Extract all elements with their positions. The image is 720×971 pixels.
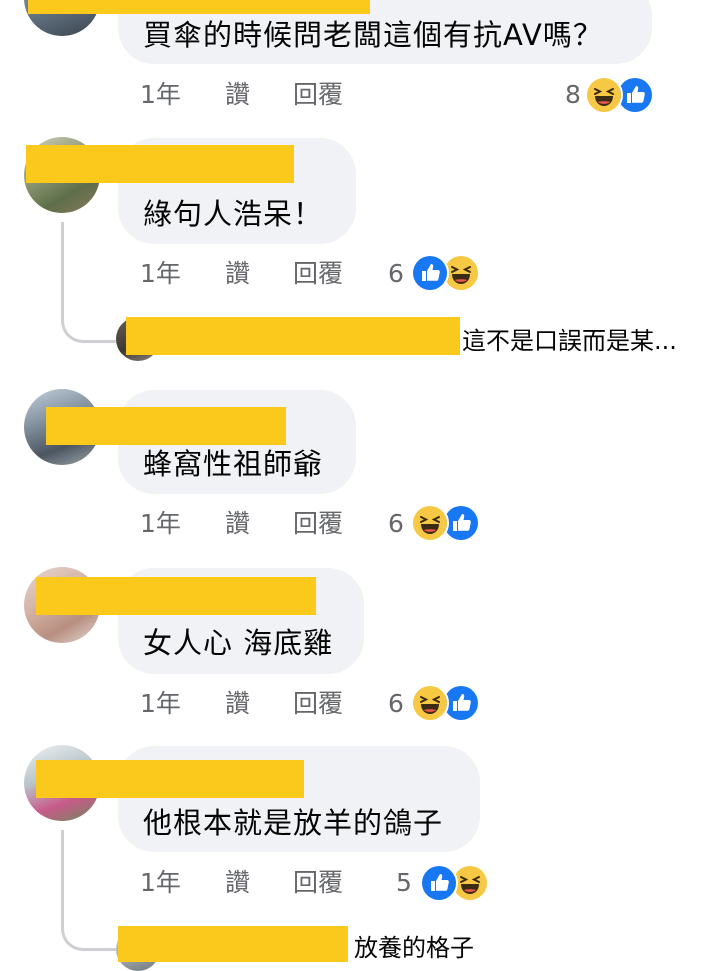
like-link[interactable]: 讚: [225, 80, 250, 110]
thread-line: [61, 912, 116, 951]
reaction-count[interactable]: 8: [565, 80, 581, 110]
reaction-count[interactable]: 6: [388, 259, 404, 289]
like-icon[interactable]: [420, 864, 458, 902]
comment-timestamp[interactable]: 1年: [140, 868, 181, 898]
comment-text: 女人心 海底雞: [143, 626, 334, 660]
haha-icon[interactable]: [411, 504, 449, 542]
thread-line: [61, 300, 116, 343]
redacted-commenter-name: [36, 760, 304, 798]
like-icon[interactable]: [411, 254, 449, 292]
redacted-commenter-name: [28, 0, 370, 14]
reply-preview[interactable]: 這不是口誤而是某...: [462, 326, 677, 356]
like-link[interactable]: 讚: [225, 868, 250, 898]
reply-link[interactable]: 回覆: [293, 689, 343, 719]
reaction-count[interactable]: 5: [396, 868, 412, 898]
comment-text: 買傘的時候問老闆這個有抗AV嗎？: [143, 18, 603, 52]
redacted-commenter-name: [36, 577, 316, 615]
reaction-count[interactable]: 6: [388, 509, 404, 539]
redacted-reply-name: [118, 926, 348, 962]
reaction-count[interactable]: 6: [388, 689, 404, 719]
reply-preview[interactable]: 放養的格子: [354, 933, 474, 963]
reply-link[interactable]: 回覆: [293, 868, 343, 898]
comment-timestamp[interactable]: 1年: [140, 689, 181, 719]
haha-icon[interactable]: [411, 684, 449, 722]
like-link[interactable]: 讚: [225, 509, 250, 539]
redacted-commenter-name: [46, 407, 286, 445]
comment-timestamp[interactable]: 1年: [140, 509, 181, 539]
comment-timestamp[interactable]: 1年: [140, 80, 181, 110]
haha-icon[interactable]: [585, 76, 623, 114]
comment-timestamp[interactable]: 1年: [140, 259, 181, 289]
comment-text: 蜂窩性祖師爺: [143, 447, 324, 481]
like-link[interactable]: 讚: [225, 259, 250, 289]
reply-link[interactable]: 回覆: [293, 259, 343, 289]
comment-text: 他根本就是放羊的鴿子: [143, 806, 444, 840]
comment-text: 綠句人浩呆！: [143, 197, 324, 231]
like-link[interactable]: 讚: [225, 689, 250, 719]
reply-link[interactable]: 回覆: [293, 80, 343, 110]
redacted-commenter-name: [26, 145, 294, 183]
redacted-reply-name: [126, 317, 460, 355]
reply-link[interactable]: 回覆: [293, 509, 343, 539]
